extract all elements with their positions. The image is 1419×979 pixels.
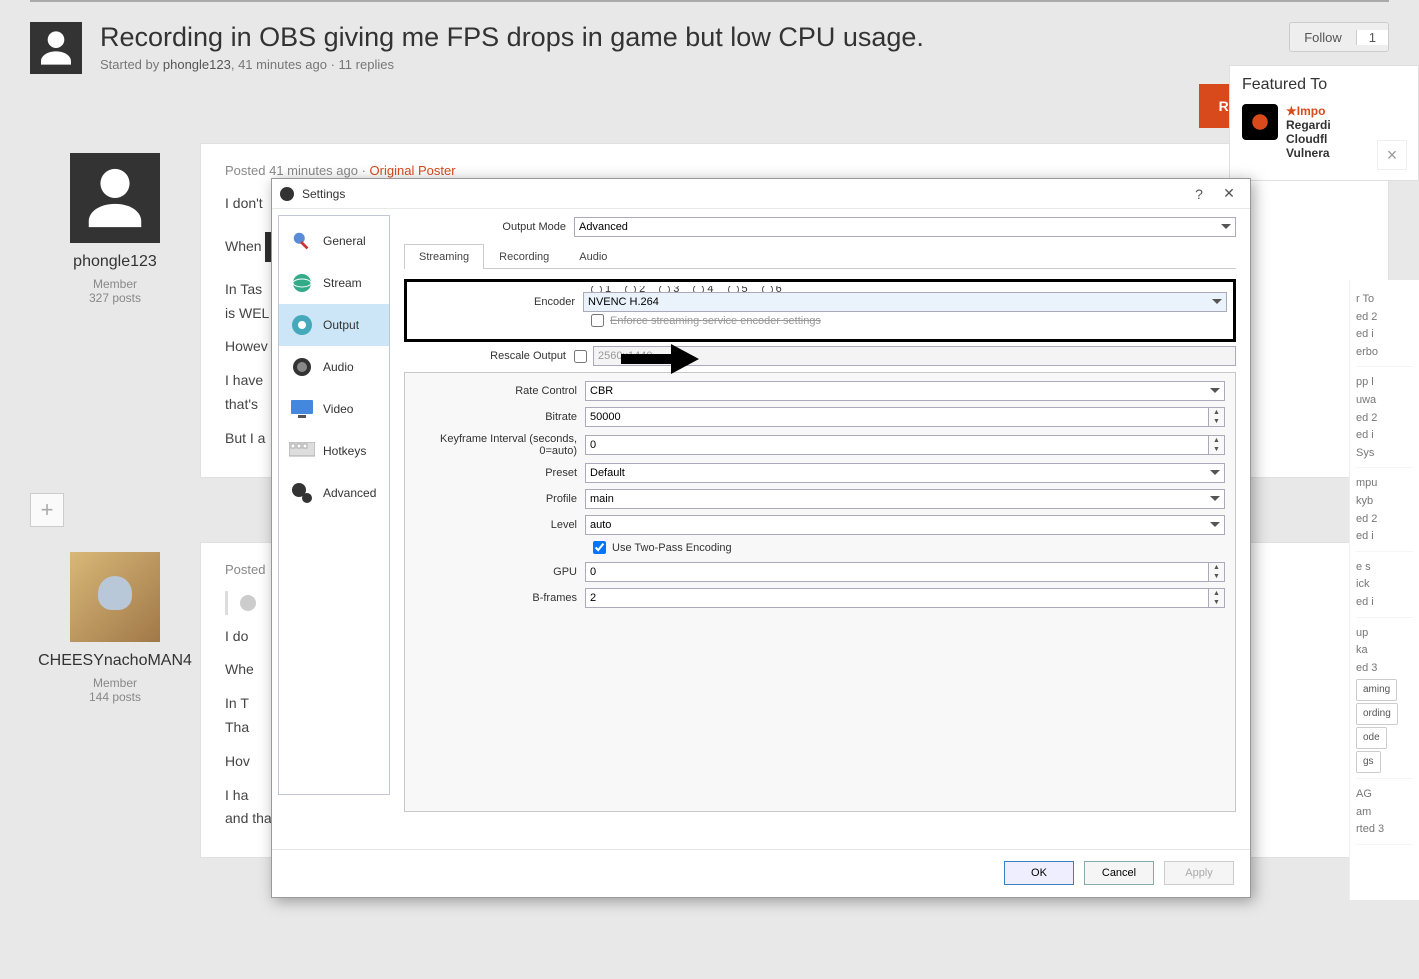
close-icon[interactable]: × <box>1377 140 1407 170</box>
original-poster-tag: Original Poster <box>370 163 456 178</box>
keyboard-icon <box>289 438 315 464</box>
tag[interactable]: gs <box>1356 751 1381 773</box>
wrench-icon <box>289 228 315 254</box>
user-icon <box>80 163 150 233</box>
obs-logo-icon <box>280 187 294 201</box>
profile-select[interactable]: main <box>585 489 1225 509</box>
level-select[interactable]: auto <box>585 515 1225 535</box>
tag[interactable]: aming <box>1356 679 1397 701</box>
sidebar-item-advanced[interactable]: Advanced <box>279 472 389 514</box>
bitrate-input[interactable] <box>585 407 1209 427</box>
bframes-input[interactable] <box>585 588 1209 608</box>
preset-select[interactable]: Default <box>585 463 1225 483</box>
thread-author-avatar[interactable] <box>30 22 82 74</box>
keyframe-input[interactable] <box>585 435 1209 455</box>
thread-title: Recording in OBS giving me FPS drops in … <box>100 22 924 53</box>
author-posts: 327 posts <box>30 291 200 305</box>
rate-control-select[interactable]: CBR <box>585 381 1225 401</box>
speaker-icon <box>289 354 315 380</box>
gears-icon <box>289 480 315 506</box>
output-mode-label: Output Mode <box>404 221 574 233</box>
sidebar-item-output[interactable]: Output <box>279 304 389 346</box>
encoder-label: Encoder <box>413 296 583 308</box>
add-button[interactable]: + <box>30 493 64 527</box>
thread-author-link[interactable]: phongle123 <box>163 57 231 72</box>
sidebar-item-hotkeys[interactable]: Hotkeys <box>279 430 389 472</box>
spinner-buttons[interactable]: ▲▼ <box>1209 407 1225 427</box>
encoder-select[interactable]: NVENC H.264 <box>583 292 1227 312</box>
ok-button[interactable]: OK <box>1004 861 1074 885</box>
author-rank: Member <box>30 676 200 690</box>
enforce-encoder-label: Enforce streaming service encoder settin… <box>610 315 821 327</box>
rescale-output-checkbox[interactable] <box>574 350 587 363</box>
author-name[interactable]: phongle123 <box>30 253 200 271</box>
tag[interactable]: ode <box>1356 727 1387 749</box>
sidebar-item-general[interactable]: General <box>279 220 389 262</box>
gpu-input[interactable] <box>585 562 1209 582</box>
tab-audio[interactable]: Audio <box>564 244 622 269</box>
encoder-highlight-box: 123456 Encoder NVENC H.264 Enforce strea… <box>404 279 1236 342</box>
monitor-icon <box>289 396 315 422</box>
two-pass-checkbox[interactable] <box>593 541 606 554</box>
spinner-buttons[interactable]: ▲▼ <box>1209 588 1225 608</box>
user-icon <box>36 28 76 68</box>
globe-icon <box>289 270 315 296</box>
tag[interactable]: ording <box>1356 703 1398 725</box>
author-avatar[interactable] <box>70 552 160 642</box>
sidebar-item-video[interactable]: Video <box>279 388 389 430</box>
spinner-buttons[interactable]: ▲▼ <box>1209 435 1225 455</box>
arrow-annotation-icon <box>621 344 699 374</box>
featured-heading: Featured To <box>1242 76 1418 94</box>
thread-meta: Started by phongle123, 41 minutes ago · … <box>100 57 924 72</box>
apply-button[interactable]: Apply <box>1164 861 1234 885</box>
enforce-encoder-checkbox[interactable] <box>591 314 604 327</box>
follow-button[interactable]: Follow 1 <box>1289 22 1389 52</box>
broadcast-icon <box>289 312 315 338</box>
sidebar-item-audio[interactable]: Audio <box>279 346 389 388</box>
obs-settings-dialog: Settings ? ✕ General Stream Output Audio… <box>271 178 1251 898</box>
help-icon[interactable]: ? <box>1184 186 1214 202</box>
author-rank: Member <box>30 277 200 291</box>
side-topic-list: r Toed 2ed ierbo pp luwaed 2ed iSys mpuk… <box>1349 280 1419 900</box>
author-posts: 144 posts <box>30 690 200 704</box>
author-name[interactable]: CHEESYnachoMAN4 <box>30 652 200 670</box>
thread-header: Recording in OBS giving me FPS drops in … <box>0 2 1419 84</box>
tab-recording[interactable]: Recording <box>484 244 564 269</box>
follow-count: 1 <box>1356 30 1388 45</box>
rescale-output-label: Rescale Output <box>404 350 574 362</box>
tab-streaming[interactable]: Streaming <box>404 244 484 269</box>
author-avatar[interactable] <box>70 153 160 243</box>
cancel-button[interactable]: Cancel <box>1084 861 1154 885</box>
output-mode-select[interactable]: Advanced <box>574 217 1236 237</box>
chevron-down-icon[interactable] <box>240 595 256 611</box>
dialog-title: Settings <box>302 187 345 201</box>
close-icon[interactable]: ✕ <box>1214 185 1244 202</box>
sidebar-item-stream[interactable]: Stream <box>279 262 389 304</box>
spinner-buttons[interactable]: ▲▼ <box>1209 562 1225 582</box>
featured-item-icon <box>1242 104 1278 140</box>
